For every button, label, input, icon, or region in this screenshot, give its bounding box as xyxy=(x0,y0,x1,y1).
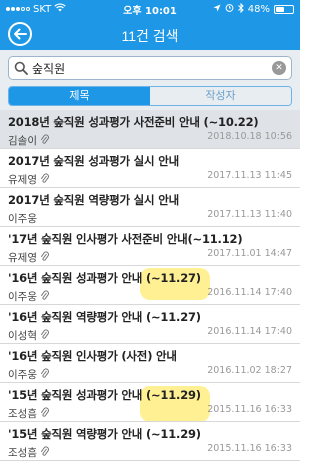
battery-fill xyxy=(276,6,284,12)
clear-icon[interactable]: ✕ xyxy=(272,61,286,75)
item-author: 이주웅 xyxy=(8,212,37,225)
attachment-icon xyxy=(40,407,50,419)
nav-bar: 11건 검색 xyxy=(0,18,300,50)
item-date: 2018.10.18 10:56 xyxy=(207,131,292,142)
item-date: 2015.11.16 16:33 xyxy=(207,404,292,415)
attachment-icon xyxy=(40,173,50,185)
item-date: 2016.11.14 17:40 xyxy=(207,326,292,337)
item-title: 2017년 숲직원 성과평가 실시 안내 xyxy=(8,154,179,168)
result-list: 2018년 숲직원 성과평가 사전준비 안내 (~10.22) 김솔이 2018… xyxy=(0,110,300,474)
tab-group: 제목 작성자 xyxy=(8,86,292,106)
status-left: SKT xyxy=(6,3,106,15)
tab-title[interactable]: 제목 xyxy=(9,87,150,105)
item-date: 2016.11.02 18:27 xyxy=(207,365,292,376)
alarm-icon xyxy=(225,3,234,15)
item-date: 2017.11.13 11:40 xyxy=(207,209,292,220)
attachment-icon xyxy=(40,134,50,146)
item-title: '16년 숲직원 역량평가 안내 (~11.27) xyxy=(8,310,201,324)
item-title: 2017년 숲직원 역량평가 실시 안내 xyxy=(8,193,179,207)
attachment-icon xyxy=(40,329,50,341)
attachment-icon xyxy=(40,290,50,302)
item-author: 유제영 xyxy=(8,251,37,264)
item-author: 이성혁 xyxy=(8,329,37,342)
list-item[interactable]: '17년 숲직원 인사평가 사전준비 안내(~11.12) 유제영 2017.1… xyxy=(0,227,300,266)
status-time: 오후 10:01 xyxy=(123,5,177,17)
tab-author[interactable]: 작성자 xyxy=(150,87,291,105)
attachment-icon xyxy=(40,251,50,263)
location-icon xyxy=(213,4,221,15)
item-title: 2018년 숲직원 성과평가 사전준비 안내 (~10.22) xyxy=(8,115,259,129)
bluetooth-icon xyxy=(237,2,244,16)
list-item[interactable]: '16년 숲직원 인사평가 (사전) 안내 이주웅 2016.11.02 18:… xyxy=(0,344,300,383)
list-item[interactable]: '15년 숲직원 역량평가 안내 (~11.29) 조성흠 2015.11.16… xyxy=(0,422,300,461)
carrier-label: SKT xyxy=(33,3,52,15)
item-author: 유제영 xyxy=(8,173,37,186)
search-input[interactable] xyxy=(32,61,272,75)
item-title: '15년 숲직원 성과평가 안내 (~11.29) xyxy=(8,388,201,402)
item-title: '17년 숲직원 인사평가 사전준비 안내(~11.12) xyxy=(8,232,243,246)
battery-percent: 48% xyxy=(247,3,270,15)
status-bar: SKT 오후 10:01 48% xyxy=(0,0,300,18)
list-item[interactable]: '16년 숲직원 역량평가 안내 (~11.27) 이성혁 2016.11.14… xyxy=(0,305,300,344)
item-title: '16년 숲직원 성과평가 안내 (~11.27) xyxy=(8,271,201,285)
list-item[interactable]: '16년 숲직원 성과평가 안내 (~11.27) 이주웅 2016.11.14… xyxy=(0,266,300,305)
search-box[interactable]: ✕ xyxy=(8,56,292,80)
search-icon xyxy=(14,61,28,75)
item-title: '15년 숲직원 역량평가 안내 (~11.29) xyxy=(8,427,201,441)
attachment-icon xyxy=(40,368,50,380)
battery-icon xyxy=(274,4,294,14)
page-title: 11건 검색 xyxy=(121,28,179,44)
item-date: 2017.11.13 11:45 xyxy=(207,170,292,181)
attachment-icon xyxy=(40,446,50,458)
list-item[interactable]: 2018년 숲직원 성과평가 사전준비 안내 (~10.22) 김솔이 2018… xyxy=(0,110,300,149)
item-title: '16년 숲직원 인사평가 (사전) 안내 xyxy=(8,349,177,363)
list-item[interactable]: 2017년 숲직원 성과평가 실시 안내 유제영 2017.11.13 11:4… xyxy=(0,149,300,188)
wifi-icon xyxy=(54,3,66,15)
item-author: 조성흠 xyxy=(8,446,37,459)
list-item[interactable]: '15년 숲직원 성과평가 안내 (~11.29) 조성흠 2015.11.16… xyxy=(0,383,300,422)
item-author: 김솔이 xyxy=(8,134,37,147)
signal-icon xyxy=(6,7,30,11)
status-right: 48% xyxy=(194,2,294,16)
item-author: 조성흠 xyxy=(8,407,37,420)
item-date: 2016.11.14 17:40 xyxy=(207,287,292,298)
search-scope-tabs: 제목 작성자 xyxy=(0,86,300,110)
item-author: 이주웅 xyxy=(8,368,37,381)
item-date: 2015.11.16 16:33 xyxy=(207,443,292,454)
search-bar: ✕ xyxy=(0,50,300,86)
list-item[interactable]: 2017년 숲직원 역량평가 실시 안내 이주웅 2017.11.13 11:4… xyxy=(0,188,300,227)
item-author: 이주웅 xyxy=(8,290,37,303)
item-date: 2017.11.01 14:47 xyxy=(207,248,292,259)
